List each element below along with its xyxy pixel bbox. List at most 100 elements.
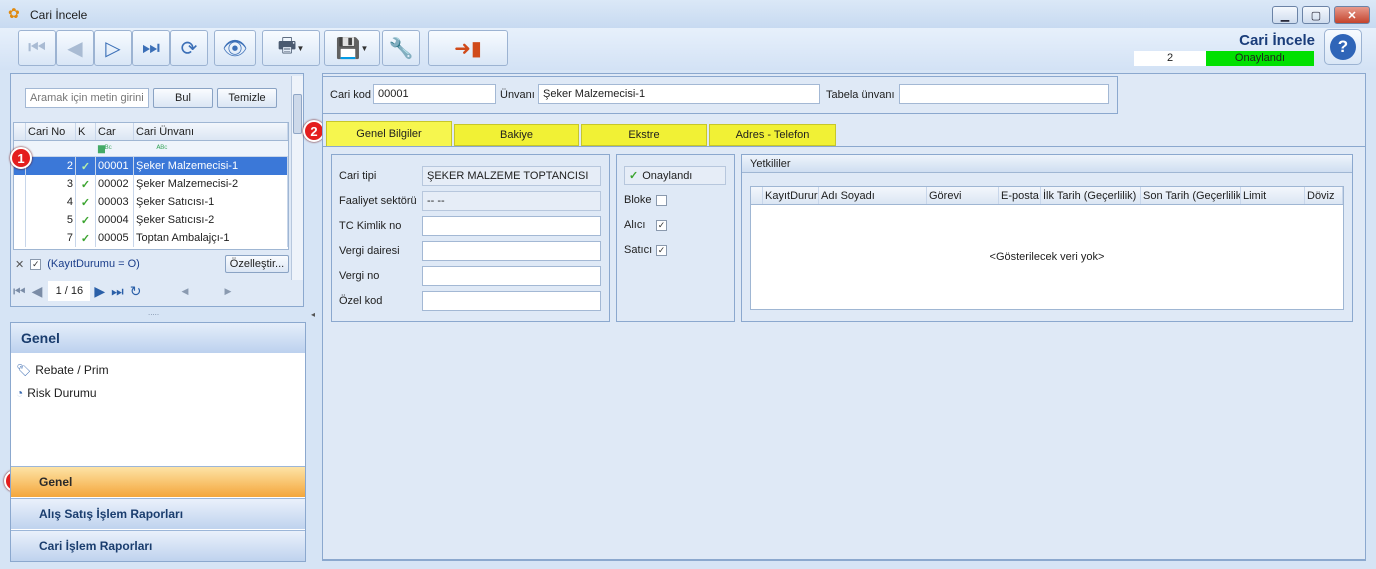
pdf-export-icon: 💾 — [335, 37, 361, 60]
nav-prev-icon[interactable]: ◀ — [32, 283, 43, 300]
column-header[interactable]: E-posta — [999, 187, 1041, 204]
nav-group: Genel 🏷 Rebate / Prim ◔ Risk Durumu Genel … — [10, 322, 306, 562]
cari-unvani-cell: Toptan Ambalajçı-1 — [134, 229, 288, 247]
cari-unvani-cell: Şeker Malzemecisi-2 — [134, 175, 288, 193]
grid-body: ›2✓00001Şeker Malzemecisi-13✓00002Şeker … — [14, 157, 288, 249]
column-header[interactable]: İlk Tarih (Geçerlilik) — [1041, 187, 1141, 204]
close-button[interactable]: ✕ — [1334, 6, 1370, 24]
flag-checkbox[interactable] — [656, 195, 667, 206]
nav-refresh-icon[interactable]: ↻ — [130, 283, 142, 300]
hscroll-right-icon[interactable]: ▶ — [224, 286, 231, 297]
tab-bakiye[interactable]: Bakiye — [454, 124, 579, 146]
prev-record-button[interactable]: ◀ — [56, 30, 94, 66]
refresh-button[interactable]: ⟳ — [170, 30, 208, 66]
field-value[interactable] — [422, 291, 601, 311]
chevron-down-icon: ▼ — [296, 43, 305, 53]
window-title: Cari İncele — [30, 8, 88, 22]
column-header-kayit[interactable]: K — [76, 123, 96, 140]
flag-label: Satıcı — [624, 244, 653, 256]
minimize-button[interactable]: ▁ — [1272, 6, 1298, 24]
vertical-splitter[interactable]: ◂ — [311, 310, 317, 322]
approved-check-icon: ✓ — [76, 211, 96, 229]
column-header[interactable]: Döviz — [1305, 187, 1343, 204]
clear-button[interactable]: Temizle — [217, 88, 277, 108]
column-header[interactable]: Adı Soyadı — [819, 187, 927, 204]
table-row[interactable]: ›2✓00001Şeker Malzemecisi-1 — [14, 157, 288, 175]
nav-item-risk-durumu[interactable]: ◔ Risk Durumu — [16, 386, 97, 400]
tabela-unvani-field[interactable] — [899, 84, 1109, 104]
row-indicator — [14, 175, 26, 193]
cari-kod-cell: 00001 — [96, 157, 134, 175]
tab-ekstre[interactable]: Ekstre — [581, 124, 707, 146]
flag-checkbox[interactable]: ✓ — [656, 245, 667, 256]
nav-first-icon[interactable]: ⏮ — [13, 283, 26, 300]
table-row[interactable]: 4 ✓ 00003 Şeker Satıcısı-1 — [14, 193, 288, 211]
nav-last-icon[interactable]: ⏭ — [111, 283, 124, 300]
tab-genel-bilgiler[interactable]: Genel Bilgiler — [326, 121, 452, 146]
find-button[interactable]: Bul — [153, 88, 213, 108]
first-icon: ⏮ — [28, 36, 46, 59]
grid-filter-row[interactable]: ▆ᴮᶜ ⠀⠀⠀⠀⠀⠀ ᴬᴮᶜ — [14, 141, 288, 157]
field-value: -- -- — [422, 191, 601, 211]
field-label: Cari tipi — [339, 170, 377, 182]
preview-button[interactable]: 👁 — [214, 30, 256, 66]
column-header[interactable]: KayıtDurur — [763, 187, 819, 204]
cari-no-cell: 3 — [26, 175, 76, 193]
cari-unvani-cell: Şeker Satıcısı-2 — [134, 211, 288, 229]
flag-label: Bloke — [624, 194, 652, 206]
nav-item-rebate-prim[interactable]: 🏷 Rebate / Prim — [16, 363, 109, 377]
column-header[interactable]: Son Tarih (Geçerlilik) — [1141, 187, 1241, 204]
print-button[interactable]: 🖶 ▼ — [262, 30, 320, 66]
cari-no-cell: 2 — [26, 157, 76, 175]
grid-navigator: ⏮ ◀ 1 / 16 ▶ ⏭ ↻ ◀ ▶ — [11, 279, 303, 303]
prev-icon: ◀ — [67, 37, 83, 60]
field-value: ŞEKER MALZEME TOPTANCISI — [422, 166, 601, 186]
maximize-button[interactable]: ▢ — [1302, 6, 1330, 24]
column-header-cari-unvani[interactable]: Cari Ünvanı — [134, 123, 288, 140]
field-label: Özel kod — [339, 295, 383, 307]
panel-splitter[interactable]: ..... — [148, 309, 170, 317]
field-value[interactable] — [422, 241, 601, 261]
grid-scrollbar[interactable] — [291, 76, 303, 280]
approved-label: Onaylandı — [642, 169, 693, 182]
cari-kod-cell: 00004 — [96, 211, 134, 229]
row-indicator — [14, 193, 26, 211]
report-design-button[interactable]: 🔧 — [382, 30, 420, 66]
next-record-button[interactable]: ▷ — [94, 30, 132, 66]
cari-kod-field[interactable]: 00001 — [373, 84, 496, 104]
nav-next-icon[interactable]: ▶ — [94, 283, 105, 300]
column-header-cari-no[interactable]: Cari No — [26, 123, 76, 140]
unvan-field[interactable]: Şeker Malzemecisi-1 — [538, 84, 820, 104]
help-button[interactable]: ? — [1324, 29, 1362, 65]
search-input[interactable] — [25, 88, 149, 108]
exit-button[interactable]: ➜▮ — [428, 30, 508, 66]
approved-check-icon: ✓ — [76, 229, 96, 247]
tab-adres-telefon[interactable]: Adres - Telefon — [709, 124, 836, 146]
flag-checkbox[interactable]: ✓ — [656, 220, 667, 231]
table-row[interactable]: 5 ✓ 00004 Şeker Satıcısı-2 — [14, 211, 288, 229]
clear-filter-icon[interactable]: ✕ — [15, 258, 24, 271]
yetkililer-grid-header: KayıtDurur Adı Soyadı Görevi E-posta İlk Tar… — [751, 187, 1343, 205]
field-value[interactable] — [422, 216, 601, 236]
field-value[interactable] — [422, 266, 601, 286]
yetkililer-title: Yetkililer — [742, 155, 1352, 173]
table-row[interactable]: 3 ✓ 00002 Şeker Malzemecisi-2 — [14, 175, 288, 193]
filter-enable-checkbox[interactable]: ✓ — [30, 258, 42, 270]
table-row[interactable]: 7 ✓ 00005 Toptan Ambalajçı-1 — [14, 229, 288, 247]
pdf-export-button[interactable]: 💾 ▼ — [324, 30, 380, 66]
column-header[interactable]: Limit — [1241, 187, 1305, 204]
nav-bar-genel[interactable]: Genel — [11, 466, 305, 497]
nav-group-title: Genel — [11, 323, 305, 353]
hscroll-left-icon[interactable]: ◀ — [182, 286, 189, 297]
approved-check-icon: ✓ — [76, 175, 96, 193]
status-badge: Onaylandı — [1206, 51, 1314, 66]
column-header-cari-kod[interactable]: Car — [96, 123, 134, 140]
last-record-button[interactable]: ⏭ — [132, 30, 170, 66]
callout-badge-1: 1 — [10, 147, 32, 169]
nav-bar-cari-islem-raporlari[interactable]: Cari İşlem Raporları — [11, 530, 305, 561]
customize-filter-button[interactable]: Özelleştir... — [225, 255, 289, 273]
column-header[interactable]: Görevi — [927, 187, 999, 204]
nav-bar-alis-satis-raporlari[interactable]: Alış Satış İşlem Raporları — [11, 498, 305, 529]
field-label: Vergi dairesi — [339, 245, 400, 257]
first-record-button[interactable]: ⏮ — [18, 30, 56, 66]
